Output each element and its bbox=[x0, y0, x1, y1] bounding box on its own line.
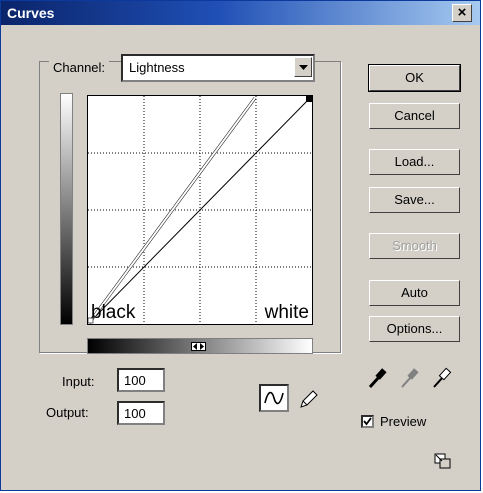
gray-eyedropper-icon bbox=[401, 368, 419, 388]
curves-dialog: Curves × Channel: Lightness black white bbox=[0, 0, 481, 491]
resize-icon bbox=[434, 453, 451, 469]
output-field[interactable]: 100 bbox=[117, 401, 165, 425]
load-label: Load... bbox=[394, 154, 435, 169]
close-icon: × bbox=[457, 4, 467, 21]
input-field[interactable]: 100 bbox=[117, 368, 165, 392]
resize-button[interactable] bbox=[433, 452, 453, 470]
curve-graph[interactable]: black white bbox=[87, 95, 313, 325]
pencil-icon bbox=[300, 390, 318, 408]
input-gradient-bar bbox=[87, 338, 313, 354]
curve-tool-button[interactable] bbox=[259, 384, 289, 412]
gray-eyedropper-button[interactable] bbox=[399, 366, 421, 390]
curve-endpoint[interactable] bbox=[306, 96, 312, 102]
output-label: Output: bbox=[46, 405, 89, 420]
close-button[interactable]: × bbox=[452, 4, 472, 22]
white-eyedropper-icon bbox=[433, 367, 452, 388]
black-eyedropper-button[interactable] bbox=[367, 366, 389, 390]
smooth-label: Smooth bbox=[392, 238, 437, 253]
preview-label: Preview bbox=[380, 414, 427, 429]
white-eyedropper-button[interactable] bbox=[431, 366, 453, 390]
input-label: Input: bbox=[62, 374, 95, 389]
channel-dropdown-button[interactable] bbox=[294, 57, 312, 77]
cancel-label: Cancel bbox=[394, 108, 435, 123]
gradient-toggle[interactable] bbox=[191, 342, 206, 351]
load-button[interactable]: Load... bbox=[369, 149, 460, 175]
curve-tool-icon bbox=[264, 391, 284, 405]
checkmark-icon bbox=[363, 417, 372, 426]
options-button[interactable]: Options... bbox=[369, 316, 460, 342]
channel-label: Channel: bbox=[49, 60, 110, 75]
title-bar[interactable]: Curves × bbox=[1, 1, 480, 25]
save-button[interactable]: Save... bbox=[369, 187, 460, 213]
arrows-icon bbox=[193, 343, 204, 350]
cancel-button[interactable]: Cancel bbox=[369, 103, 460, 129]
save-label: Save... bbox=[394, 192, 435, 207]
pencil-tool-button[interactable] bbox=[298, 388, 320, 410]
white-label: white bbox=[264, 302, 309, 323]
black-label: black bbox=[91, 302, 136, 323]
auto-label: Auto bbox=[401, 285, 428, 300]
options-label: Options... bbox=[386, 321, 443, 336]
ok-button[interactable]: OK bbox=[368, 64, 461, 92]
auto-button[interactable]: Auto bbox=[369, 280, 460, 306]
smooth-button[interactable]: Smooth bbox=[369, 233, 460, 259]
output-gradient-bar bbox=[60, 93, 73, 325]
channel-select[interactable]: Lightness bbox=[121, 54, 315, 82]
window-title: Curves bbox=[7, 5, 55, 21]
ok-label: OK bbox=[405, 70, 424, 85]
preview-checkbox[interactable] bbox=[361, 415, 374, 428]
black-eyedropper-icon bbox=[368, 368, 387, 389]
channel-value: Lightness bbox=[129, 60, 185, 75]
chevron-down-icon bbox=[299, 65, 308, 70]
